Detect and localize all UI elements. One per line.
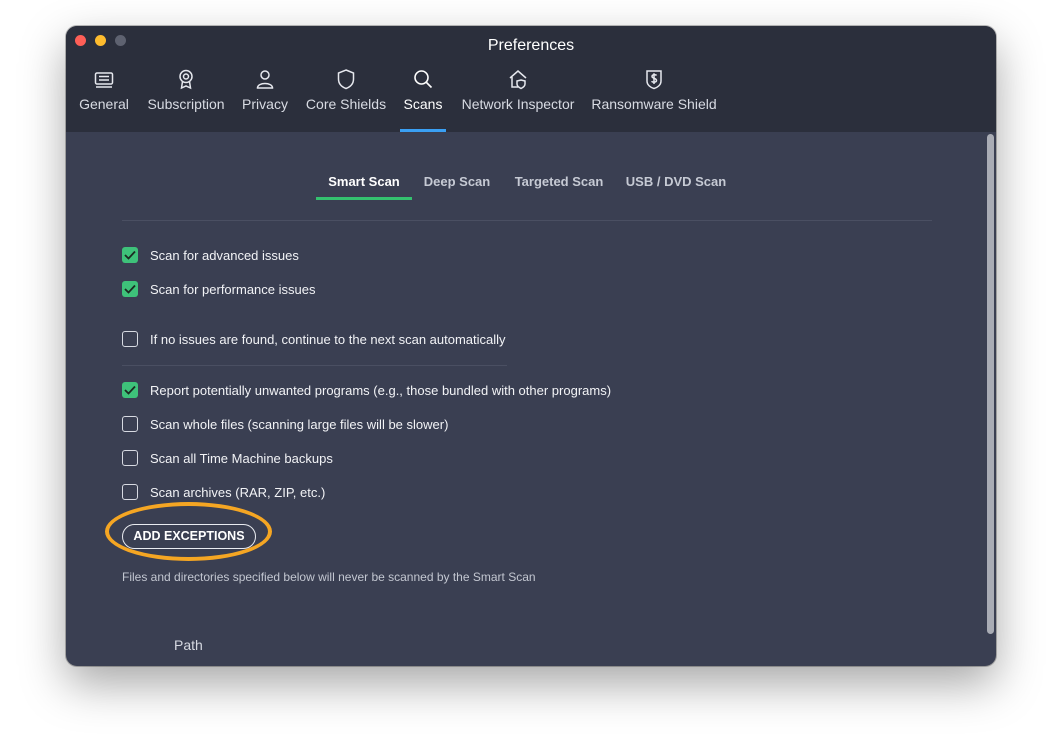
checkbox-checked[interactable] [122, 281, 138, 297]
vertical-scrollbar[interactable] [987, 134, 994, 634]
checkbox-unchecked[interactable] [122, 484, 138, 500]
window-title: Preferences [487, 37, 575, 54]
nav-item-privacy[interactable]: Privacy [240, 66, 290, 132]
preferences-nav: General Subscription Privacy Core Shield… [66, 66, 996, 132]
checkbox-checked[interactable] [122, 382, 138, 398]
option-label: Scan for performance issues [150, 282, 316, 297]
option-label: Scan for advanced issues [150, 248, 299, 263]
check-icon [124, 385, 136, 395]
tab-smart-scan[interactable]: Smart Scan [316, 164, 412, 200]
scans-content: Smart Scan Deep Scan Targeted Scan USB /… [66, 132, 996, 666]
nav-item-subscription[interactable]: Subscription [144, 66, 228, 132]
title-bar: Preferences General Subscription Privacy… [66, 26, 996, 132]
path-column-header[interactable]: Path [174, 637, 203, 653]
option-label: If no issues are found, continue to the … [150, 332, 506, 347]
tab-usb-dvd-scan[interactable]: USB / DVD Scan [620, 164, 732, 200]
option-label: Report potentially unwanted programs (e.… [150, 383, 612, 398]
nav-item-network-inspector[interactable]: Network Inspector [458, 66, 578, 132]
checkbox-unchecked[interactable] [122, 416, 138, 432]
option-label: Scan archives (RAR, ZIP, etc.) [150, 485, 326, 500]
nav-label-core-shields: Core Shields [305, 96, 387, 112]
tab-targeted-scan[interactable]: Targeted Scan [508, 164, 610, 200]
nav-item-core-shields[interactable]: Core Shields [304, 66, 388, 132]
search-icon [414, 70, 433, 89]
checkbox-unchecked[interactable] [122, 331, 138, 347]
option-label: Scan whole files (scanning large files w… [150, 417, 449, 432]
person-icon [256, 70, 274, 89]
preferences-window: Preferences General Subscription Privacy… [66, 26, 996, 666]
tab-smart-scan-label: Smart Scan [328, 174, 400, 189]
active-subtab-indicator [316, 197, 412, 200]
nav-item-ransomware-shield[interactable]: Ransomware Shield [590, 66, 718, 132]
nav-label-general: General [79, 96, 129, 112]
keyboard-icon [94, 72, 114, 88]
nav-label-subscription: Subscription [147, 96, 225, 112]
tab-deep-scan-label: Deep Scan [423, 174, 491, 189]
tab-deep-scan[interactable]: Deep Scan [416, 164, 498, 200]
exceptions-hint: Files and directories specified below wi… [122, 570, 536, 584]
checkbox-checked[interactable] [122, 247, 138, 263]
shield-icon [337, 69, 355, 90]
home-shield-icon [509, 70, 527, 90]
tabs-divider [122, 220, 932, 221]
checkbox-unchecked[interactable] [122, 450, 138, 466]
nav-item-scans[interactable]: Scans [400, 66, 446, 132]
option-label: Scan all Time Machine backups [150, 451, 333, 466]
nav-label-ransomware-shield: Ransomware Shield [591, 96, 717, 112]
dollar-shield-icon [646, 70, 662, 90]
check-icon [124, 284, 136, 294]
options-divider [122, 365, 507, 366]
highlight-circle [105, 502, 272, 561]
check-icon [124, 250, 136, 260]
nav-label-privacy: Privacy [242, 96, 288, 112]
tab-usb-dvd-scan-label: USB / DVD Scan [625, 174, 727, 189]
nav-label-scans: Scans [403, 96, 443, 112]
nav-item-general[interactable]: General [78, 66, 130, 132]
tab-targeted-scan-label: Targeted Scan [514, 174, 604, 189]
badge-icon [179, 69, 193, 90]
nav-label-network-inspector: Network Inspector [461, 96, 575, 112]
